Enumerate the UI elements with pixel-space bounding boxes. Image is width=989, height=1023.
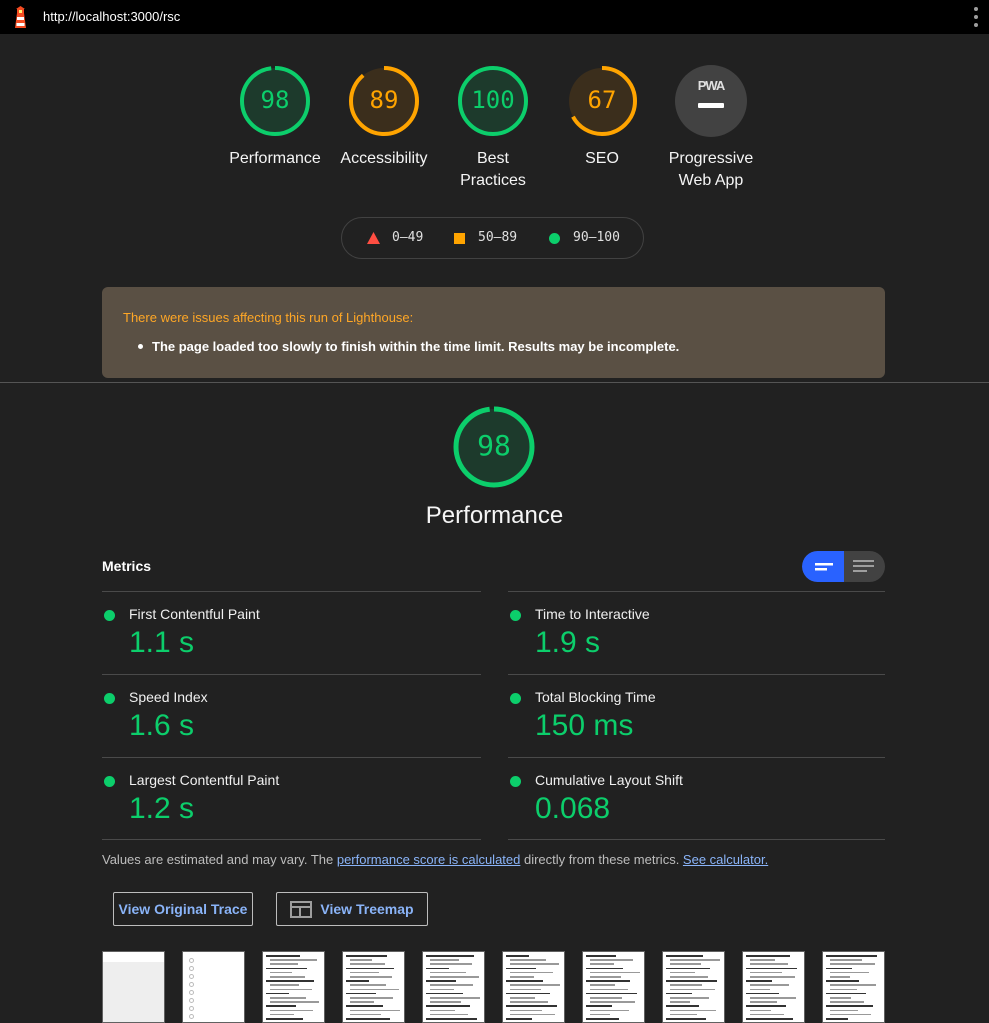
note-middle: directly from these metrics. — [520, 852, 683, 867]
view-treemap-label: View Treemap — [320, 901, 414, 917]
lighthouse-icon — [15, 6, 26, 28]
legend-fail: 0–49 — [392, 230, 424, 245]
see-calculator-link[interactable]: See calculator. — [683, 852, 768, 867]
pass-circle-icon — [510, 693, 521, 704]
view-treemap-button[interactable]: View Treemap — [276, 892, 428, 926]
metric-time-to-interactive: Time to Interactive 1.9 s — [508, 591, 885, 674]
view-trace-label: View Original Trace — [118, 901, 248, 917]
metric-value: 1.9 s — [535, 626, 601, 659]
gauge-performance[interactable]: 98 Performance — [220, 64, 330, 170]
top-bar: http://localhost:3000/rsc — [0, 0, 989, 34]
gauge-label: Best Practices — [438, 148, 548, 192]
pass-circle-icon — [104, 610, 115, 621]
gauge-accessibility[interactable]: 89 Accessibility — [329, 64, 439, 170]
pwa-badge-icon — [675, 65, 747, 137]
pass-circle-icon — [510, 610, 521, 621]
metric-name: Time to Interactive — [535, 606, 650, 622]
fail-triangle-icon — [367, 232, 380, 244]
metric-first-contentful-paint: First Contentful Paint 1.1 s — [102, 591, 481, 674]
filmstrip-frame — [662, 951, 725, 1023]
metric-value: 150 ms — [535, 709, 634, 742]
metric-name: Largest Contentful Paint — [129, 772, 280, 788]
performance-title: Performance — [425, 502, 564, 529]
pwa-badge-text: PWA — [697, 78, 726, 93]
gauge-best[interactable]: 100 Best Practices — [438, 64, 548, 192]
metrics-header: Metrics — [102, 558, 152, 574]
metric-largest-contentful-paint: Largest Contentful Paint 1.2 s — [102, 757, 481, 840]
pass-circle-icon — [549, 233, 560, 244]
metrics-view-toggle[interactable] — [802, 551, 885, 582]
pass-circle-icon — [104, 776, 115, 787]
metric-name: Speed Index — [129, 689, 208, 705]
gauge-label-line1: Accessibility — [340, 150, 428, 167]
filmstrip-frame — [342, 951, 405, 1023]
note-prefix: Values are estimated and may vary. The — [102, 852, 337, 867]
legend-pass: 90–100 — [573, 230, 620, 245]
metric-total-blocking-time: Total Blocking Time 150 ms — [508, 674, 885, 757]
gauge-label-line1: SEO — [585, 150, 619, 167]
warning-item: The page loaded too slowly to finish wit… — [137, 339, 680, 354]
metric-name: Cumulative Layout Shift — [535, 772, 683, 788]
performance-gauge-large: 98 — [452, 405, 536, 489]
view-original-trace-button[interactable]: View Original Trace — [113, 892, 253, 926]
filmstrip-frame — [582, 951, 645, 1023]
summary-lines-icon — [815, 563, 833, 571]
gauge-label: Progressive Web App — [656, 148, 766, 192]
gauge-label: Accessibility — [329, 148, 439, 170]
gauge-label-line2: Practices — [460, 172, 526, 189]
gauge-pwa[interactable]: PWA Progressive Web App — [656, 64, 766, 192]
filmstrip-frame — [502, 951, 565, 1023]
metric-name: First Contentful Paint — [129, 606, 260, 622]
pass-circle-icon — [510, 776, 521, 787]
gauge-score: 98 — [260, 86, 290, 114]
metric-cumulative-layout-shift: Cumulative Layout Shift 0.068 — [508, 757, 885, 840]
gauge-label-line1: Performance — [229, 150, 321, 167]
filmstrip-frame — [822, 951, 885, 1023]
gauge-label-line1: Progressive — [668, 150, 754, 167]
gauge-label-line2: Web App — [678, 172, 744, 189]
gauge-seo[interactable]: 67 SEO — [547, 64, 657, 170]
gauge-label-line1: Best — [476, 150, 509, 167]
metric-value: 1.6 s — [129, 709, 195, 742]
metrics-divider-left — [102, 839, 481, 840]
kebab-menu-icon[interactable] — [971, 7, 981, 27]
view-summary-button[interactable] — [802, 551, 844, 582]
score-calculated-link[interactable]: performance score is calculated — [337, 852, 521, 867]
gauge-score: 100 — [471, 86, 515, 114]
score-legend: 0–49 50–89 90–100 — [341, 217, 644, 259]
gauge-label: Performance — [220, 148, 330, 170]
filmstrip-frame — [262, 951, 325, 1023]
metrics-note: Values are estimated and may vary. The p… — [102, 852, 768, 867]
treemap-icon — [290, 900, 313, 918]
gauge-label: SEO — [547, 148, 657, 170]
page-url: http://localhost:3000/rsc — [43, 9, 181, 24]
pass-circle-icon — [104, 693, 115, 704]
metric-name: Total Blocking Time — [535, 689, 656, 705]
metrics-divider-right — [508, 839, 885, 840]
gauge-score: 67 — [587, 86, 617, 114]
performance-score: 98 — [477, 429, 511, 462]
filmstrip-frame — [422, 951, 485, 1023]
filmstrip-frame — [102, 951, 165, 1023]
metric-value: 0.068 — [535, 792, 611, 825]
metric-speed-index: Speed Index 1.6 s — [102, 674, 481, 757]
legend-average: 50–89 — [478, 230, 518, 245]
average-square-icon — [454, 233, 465, 244]
gauge-score: 89 — [369, 86, 399, 114]
view-details-button[interactable] — [844, 551, 885, 582]
metric-value: 1.1 s — [129, 626, 195, 659]
section-divider — [0, 382, 989, 383]
warning-title: There were issues affecting this run of … — [123, 310, 414, 325]
filmstrip-frame — [182, 951, 245, 1023]
run-warnings: There were issues affecting this run of … — [102, 287, 885, 378]
details-lines-icon — [853, 560, 874, 572]
metric-value: 1.2 s — [129, 792, 195, 825]
filmstrip-frame — [742, 951, 805, 1023]
